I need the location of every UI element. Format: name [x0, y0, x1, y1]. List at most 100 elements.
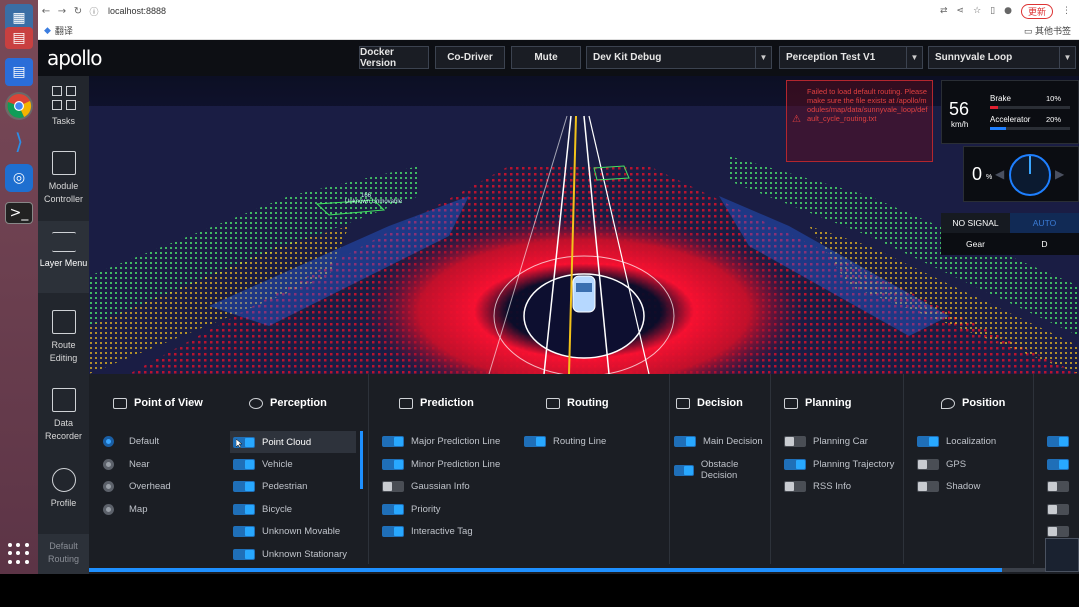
layer-clipped-1[interactable]: [1047, 436, 1076, 447]
layer-obstacle-decision[interactable]: Obstacle Decision: [674, 459, 770, 481]
radio-button[interactable]: [103, 481, 114, 492]
reload-icon[interactable]: ↻: [70, 6, 86, 17]
sidebar-item-default-routing[interactable]: Default Routing: [38, 534, 89, 574]
steer-right-icon: ▶: [1055, 167, 1065, 181]
toggle-switch[interactable]: [382, 504, 404, 515]
toggle-switch[interactable]: [1047, 504, 1069, 515]
steering-unit: %: [986, 174, 993, 181]
radio-button[interactable]: [103, 436, 114, 447]
info-icon[interactable]: ⓘ: [86, 5, 102, 18]
toggle-switch[interactable]: [917, 436, 939, 447]
layer-clipped-3[interactable]: [1047, 481, 1076, 492]
layer-gps[interactable]: GPS: [917, 459, 966, 470]
update-button[interactable]: 更新: [1020, 3, 1053, 19]
layer-vehicle[interactable]: Vehicle: [233, 459, 293, 470]
terminal-app-icon[interactable]: >_: [5, 202, 33, 224]
toggle-switch[interactable]: [674, 436, 696, 447]
layer-planning-car[interactable]: Planning Car: [784, 436, 868, 447]
back-icon[interactable]: ←: [38, 6, 54, 17]
toggle-switch[interactable]: [1047, 436, 1069, 447]
speed-panel: 56 km/h Brake 10% Accelerator 20%: [941, 80, 1079, 144]
address-bar[interactable]: localhost:8888: [108, 6, 166, 16]
toggle-switch[interactable]: [784, 481, 806, 492]
sidebar-item-layer-menu[interactable]: Layer Menu: [38, 221, 89, 293]
share-icon[interactable]: ⋖: [957, 6, 965, 16]
radio-button[interactable]: [103, 504, 114, 515]
pov-option-map[interactable]: Map: [103, 504, 147, 515]
toggle-switch[interactable]: [784, 459, 806, 470]
translate-icon[interactable]: ⇄: [940, 6, 948, 16]
co-driver-button[interactable]: Co-Driver: [435, 46, 505, 69]
toggle-switch[interactable]: [382, 459, 404, 470]
calendar-app-icon[interactable]: ▤: [5, 27, 33, 49]
sidebar-item-profile[interactable]: Profile: [38, 468, 89, 510]
map-select[interactable]: Sunnyvale Loop ▼: [928, 46, 1076, 69]
toggle-switch[interactable]: [233, 481, 255, 492]
toggle-switch[interactable]: [233, 526, 255, 537]
pov-option-default[interactable]: Default: [103, 436, 159, 447]
layer-main-decision[interactable]: Main Decision: [674, 436, 763, 447]
toggle-switch[interactable]: [233, 549, 255, 560]
document-app-icon[interactable]: ▤: [5, 58, 33, 86]
layer-clipped-5[interactable]: [1047, 526, 1076, 537]
toggle-switch[interactable]: [917, 459, 939, 470]
forward-icon[interactable]: →: [54, 6, 70, 17]
camera-thumbnail[interactable]: [1045, 538, 1079, 572]
sidebar-item-data-recorder[interactable]: Data Recorder: [38, 388, 89, 443]
sidebar-item-module-controller[interactable]: Module Controller: [38, 151, 89, 206]
docker-version-button[interactable]: Docker Version: [359, 46, 429, 69]
layer-localization[interactable]: Localization: [917, 436, 996, 447]
sidepanel-icon[interactable]: ▯: [990, 6, 995, 16]
position-title: Position: [941, 397, 1005, 409]
toggle-switch[interactable]: [1047, 526, 1069, 537]
toggle-switch[interactable]: [382, 526, 404, 537]
mode-select[interactable]: Dev Kit Debug ▼: [586, 46, 772, 69]
perception-scrollbar[interactable]: [360, 431, 363, 489]
layer-shadow[interactable]: Shadow: [917, 481, 980, 492]
translate-bookmark[interactable]: 翻译: [55, 24, 73, 37]
speed-value: 56: [949, 99, 970, 119]
panel-pov-perception: Point of View Default Near Overhead Map: [89, 374, 369, 564]
layer-clipped-2[interactable]: [1047, 459, 1076, 470]
layer-pedestrian[interactable]: Pedestrian: [233, 481, 307, 492]
layer-minor-prediction-line[interactable]: Minor Prediction Line: [382, 459, 500, 470]
layer-unknown-movable[interactable]: Unknown Movable: [233, 526, 340, 537]
layer-priority[interactable]: Priority: [382, 504, 441, 515]
toggle-switch[interactable]: [233, 504, 255, 515]
other-bookmarks[interactable]: ▭ 其他书签: [1024, 24, 1079, 37]
menu-icon[interactable]: ⋮: [1062, 6, 1071, 16]
layer-routing-line[interactable]: Routing Line: [524, 436, 606, 447]
vehicle-select[interactable]: Perception Test V1 ▼: [779, 46, 923, 69]
layer-gaussian-info[interactable]: Gaussian Info: [382, 481, 470, 492]
chrome-app-icon[interactable]: [5, 92, 33, 120]
sidebar-item-tasks[interactable]: Tasks: [38, 86, 89, 128]
toggle-switch[interactable]: [524, 436, 546, 447]
layer-interactive-tag[interactable]: Interactive Tag: [382, 526, 473, 537]
pov-option-overhead[interactable]: Overhead: [103, 481, 171, 492]
toggle-switch[interactable]: [382, 436, 404, 447]
browser-toolbar: ← → ↻ ⓘ localhost:8888 ⇄ ⋖ ☆ ▯ ● 更新 ⋮: [38, 0, 1079, 22]
toggle-switch[interactable]: [1047, 459, 1069, 470]
layer-major-prediction-line[interactable]: Major Prediction Line: [382, 436, 500, 447]
pov-option-near[interactable]: Near: [103, 459, 150, 470]
toggle-switch[interactable]: [382, 481, 404, 492]
layer-unknown-stationary[interactable]: Unknown Stationary: [233, 549, 347, 560]
profile-icon[interactable]: ●: [1004, 6, 1012, 16]
toggle-switch[interactable]: [233, 459, 255, 470]
show-apps-icon[interactable]: [8, 543, 30, 565]
layer-clipped-4[interactable]: [1047, 504, 1076, 515]
layer-planning-trajectory[interactable]: Planning Trajectory: [784, 459, 894, 470]
layer-bicycle[interactable]: Bicycle: [233, 504, 292, 515]
toggle-switch[interactable]: [1047, 481, 1069, 492]
vscode-app-icon[interactable]: ⟩: [5, 128, 33, 156]
toggle-switch[interactable]: [674, 464, 694, 476]
layer-point-cloud[interactable]: Point Cloud: [230, 431, 356, 453]
radio-button[interactable]: [103, 459, 114, 470]
mute-button[interactable]: Mute: [511, 46, 581, 69]
toggle-switch[interactable]: [917, 481, 939, 492]
star-icon[interactable]: ☆: [973, 6, 981, 16]
sidebar-item-route-editing[interactable]: Route Editing: [38, 310, 89, 365]
layer-rss-info[interactable]: RSS Info: [784, 481, 851, 492]
toggle-switch[interactable]: [784, 436, 806, 447]
app-shield-icon[interactable]: ◎: [5, 164, 33, 192]
